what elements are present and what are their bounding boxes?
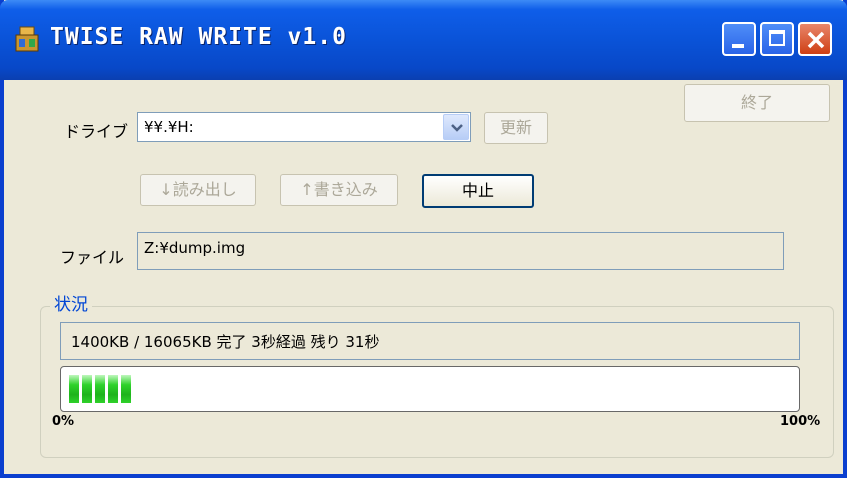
app-icon xyxy=(14,26,40,54)
progress-segment xyxy=(95,375,105,403)
chevron-down-icon xyxy=(451,124,463,132)
progress-min-label: 0% xyxy=(52,414,75,429)
maximize-icon xyxy=(769,30,785,46)
minimize-icon xyxy=(732,44,744,48)
drive-select-value: ¥¥.¥H: xyxy=(144,118,194,136)
refresh-button[interactable]: 更新 xyxy=(484,112,548,144)
title-bar[interactable]: TWISE RAW WRITE v1.0 xyxy=(0,0,847,80)
file-label: ファイル xyxy=(60,248,125,267)
drive-dropdown-button[interactable] xyxy=(443,114,469,140)
read-button[interactable]: ↓読み出し xyxy=(140,174,256,206)
minimize-button[interactable] xyxy=(722,22,756,56)
status-group-title: 状況 xyxy=(50,290,92,315)
progress-segment xyxy=(82,375,92,403)
progress-max-label: 100% xyxy=(780,414,821,429)
close-icon xyxy=(807,31,825,49)
progress-segment xyxy=(69,375,79,403)
progress-segment xyxy=(108,375,118,403)
close-button[interactable] xyxy=(798,22,832,56)
progress-bar xyxy=(60,366,800,412)
file-path-field[interactable]: Z:¥dump.img xyxy=(137,232,784,270)
drive-select[interactable]: ¥¥.¥H: xyxy=(137,112,471,142)
window-title: TWISE RAW WRITE v1.0 xyxy=(50,24,347,50)
progress-segment xyxy=(121,375,131,403)
exit-button[interactable]: 終了 xyxy=(684,84,830,122)
app-window: TWISE RAW WRITE v1.0 ドライブ ¥¥.¥H: 更新 終了 ↓… xyxy=(0,0,847,478)
drive-label: ドライブ xyxy=(64,122,129,141)
status-message: 1400KB / 16065KB 完了 3秒経過 残り 31秒 xyxy=(60,322,800,360)
write-button[interactable]: ↑書き込み xyxy=(280,174,398,206)
maximize-button[interactable] xyxy=(760,22,794,56)
abort-button[interactable]: 中止 xyxy=(422,174,534,208)
